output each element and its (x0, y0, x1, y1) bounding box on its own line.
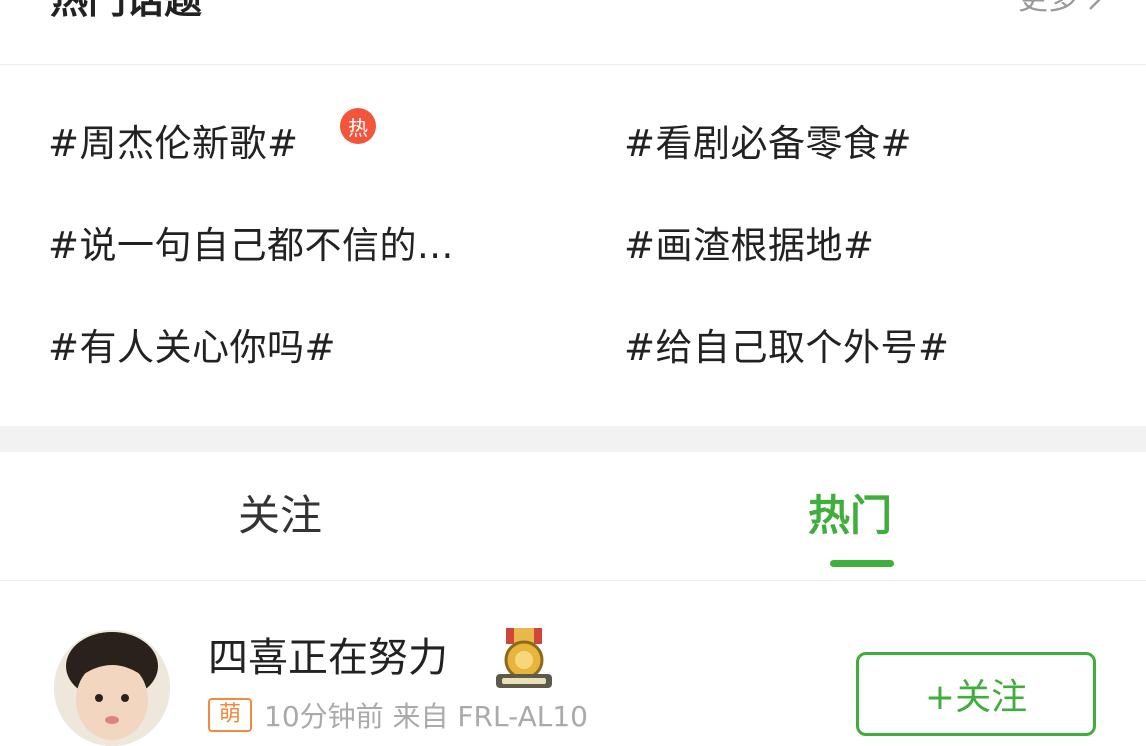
section-divider (0, 426, 1146, 452)
feed-tabs: 关注 热门 (0, 452, 1146, 581)
topic-link[interactable]: #画渣根据地# (624, 224, 875, 268)
chevron-right-icon (1089, 0, 1101, 10)
topic-link[interactable]: #给自己取个外号# (624, 326, 950, 370)
topic-link[interactable]: #说一句自己都不信的... (48, 224, 454, 268)
username[interactable]: 四喜正在努力 (208, 632, 448, 684)
medal-icon (496, 628, 552, 688)
active-tab-indicator (830, 560, 894, 567)
avatar-image (54, 630, 170, 746)
user-avatar[interactable] (54, 630, 170, 746)
topic-link[interactable]: #有人关心你吗# (48, 326, 336, 370)
topic-link[interactable]: #周杰伦新歌# (48, 122, 299, 166)
level-badge: 萌 (208, 698, 252, 732)
follow-button[interactable]: +关注 (856, 652, 1096, 736)
more-label: 更多 (1018, 0, 1078, 20)
hot-badge: 热 (340, 108, 376, 144)
topic-link[interactable]: #看剧必备零食# (624, 122, 912, 166)
tab-hot[interactable]: 热门 (808, 490, 892, 542)
hot-topics-header: 热门话题 更多 (0, 0, 1146, 65)
tab-follow[interactable]: 关注 (238, 490, 322, 542)
post-meta: 10分钟前 来自 FRL-AL10 (264, 700, 588, 733)
more-link[interactable]: 更多 (1018, 0, 1106, 20)
section-title: 热门话题 (50, 0, 203, 22)
